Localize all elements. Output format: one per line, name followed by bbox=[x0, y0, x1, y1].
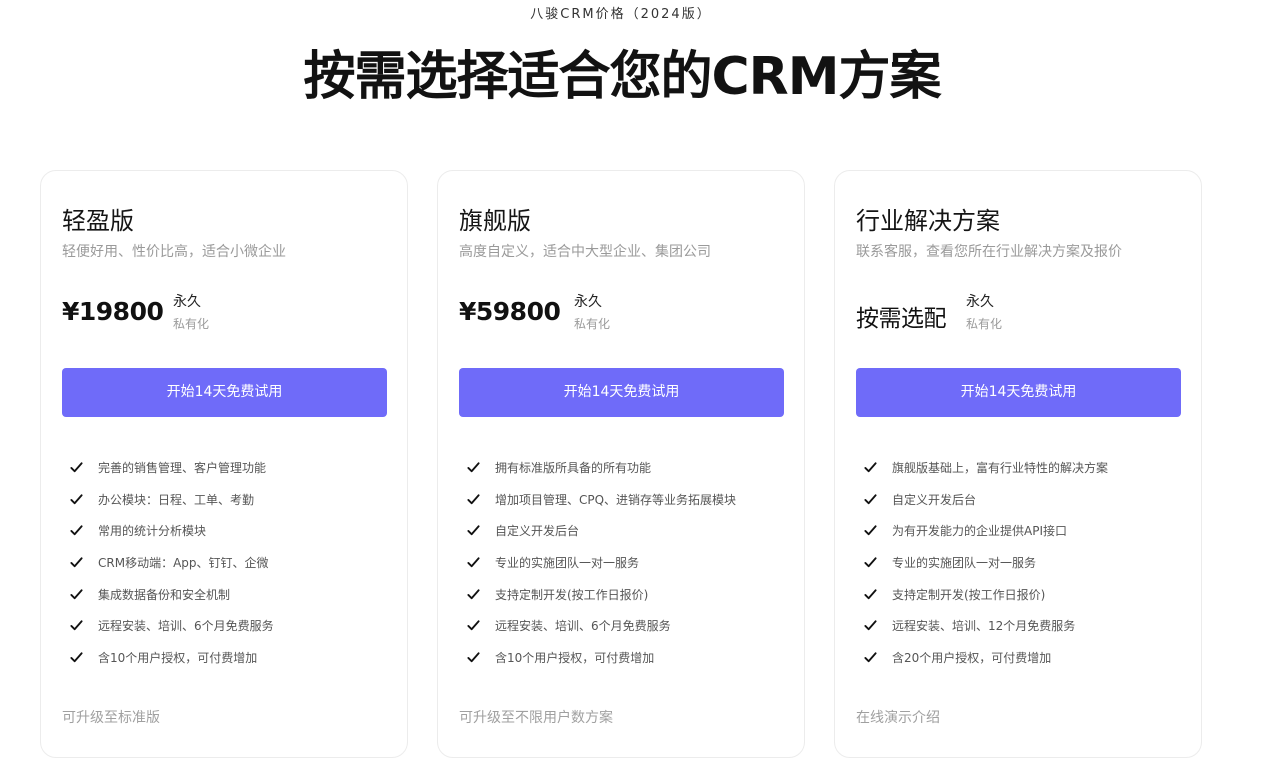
feature-item: 集成数据备份和安全机制 bbox=[69, 586, 274, 618]
feature-item: 含10个用户授权，可付费增加 bbox=[69, 649, 274, 681]
feature-list: 旗舰版基础上，富有行业特性的解决方案 自定义开发后台 为有开发能力的企业提供AP… bbox=[863, 459, 1108, 681]
check-icon bbox=[467, 589, 480, 599]
feature-text: 完善的销售管理、客户管理功能 bbox=[98, 461, 267, 475]
check-icon bbox=[864, 557, 877, 568]
feature-text: 含20个用户授权，可付费增加 bbox=[892, 651, 1052, 666]
page-title: 按需选择适合您的CRM方案 bbox=[303, 47, 942, 107]
pricing-page: 八骏CRM价格（2024版） 按需选择适合您的CRM方案 轻盈版 轻便好用、性价… bbox=[0, 0, 1279, 784]
feature-item: 完善的销售管理、客户管理功能 bbox=[69, 459, 274, 491]
feature-item: 增加项目管理、CPQ、进销存等业务拓展模块 bbox=[466, 491, 736, 523]
plan-card-industry: 行业解决方案 联系客服，查看您所在行业解决方案及报价 按需选配 永久 私有化 开… bbox=[834, 170, 1202, 758]
feature-item: 拥有标准版所具备的所有功能 bbox=[466, 459, 736, 491]
plan-price: ¥59800 bbox=[459, 297, 561, 326]
feature-item: 专业的实施团队一对一服务 bbox=[466, 554, 736, 586]
feature-item: 常用的统计分析模块 bbox=[69, 522, 274, 554]
feature-text: 自定义开发后台 bbox=[892, 492, 977, 507]
feature-item: 远程安装、培训、6个月免费服务 bbox=[466, 617, 736, 649]
feature-text: 支持定制开发(按工作日报价) bbox=[892, 587, 1046, 602]
feature-item: 远程安装、培训、12个月免费服务 bbox=[863, 617, 1108, 649]
feature-item: 自定义开发后台 bbox=[466, 522, 736, 554]
feature-text: 含10个用户授权，可付费增加 bbox=[98, 651, 258, 666]
check-icon bbox=[864, 462, 877, 473]
upgrade-link[interactable]: 可升级至不限用户数方案 bbox=[459, 707, 613, 727]
plan-name: 行业解决方案 bbox=[856, 207, 1000, 235]
check-icon bbox=[467, 462, 480, 473]
feature-text: 远程安装、培训、12个月免费服务 bbox=[892, 619, 1076, 634]
check-icon bbox=[467, 557, 480, 568]
feature-text: 拥有标准版所具备的所有功能 bbox=[495, 461, 652, 475]
feature-text: 远程安装、培训、6个月免费服务 bbox=[495, 619, 671, 634]
plan-card-lite: 轻盈版 轻便好用、性价比高，适合小微企业 ¥19800 永久 私有化 开始14天… bbox=[40, 170, 408, 758]
pricing-eyebrow: 八骏CRM价格（2024版） bbox=[530, 7, 712, 22]
plan-term: 永久 bbox=[574, 294, 602, 310]
check-icon bbox=[70, 589, 83, 599]
plan-name: 旗舰版 bbox=[459, 207, 531, 235]
start-trial-button[interactable]: 开始14天免费试用 bbox=[62, 368, 387, 417]
plan-term-group: 永久 私有化 bbox=[574, 293, 610, 332]
check-icon bbox=[864, 589, 877, 599]
plan-term-group: 永久 私有化 bbox=[966, 293, 1002, 332]
plan-price: ¥19800 bbox=[62, 297, 164, 326]
feature-item: 含20个用户授权，可付费增加 bbox=[863, 649, 1108, 681]
feature-item: 办公模块：日程、工单、考勤 bbox=[69, 491, 274, 523]
feature-text: 专业的实施团队一对一服务 bbox=[892, 556, 1037, 571]
feature-text: 自定义开发后台 bbox=[495, 524, 580, 539]
check-icon bbox=[467, 652, 480, 663]
check-icon bbox=[467, 494, 480, 504]
feature-text: 专业的实施团队一对一服务 bbox=[495, 556, 640, 571]
plan-deployment: 私有化 bbox=[574, 317, 611, 331]
plan-deployment: 私有化 bbox=[966, 317, 1003, 331]
check-icon bbox=[70, 652, 83, 663]
check-icon bbox=[70, 494, 83, 504]
check-icon bbox=[864, 494, 877, 504]
feature-item: CRM移动端：App、钉钉、企微 bbox=[69, 554, 274, 586]
plan-term-group: 永久 私有化 bbox=[173, 293, 209, 332]
check-icon bbox=[467, 620, 480, 631]
plan-price: 按需选配 bbox=[856, 306, 947, 332]
plan-description: 轻便好用、性价比高，适合小微企业 bbox=[62, 244, 286, 260]
plan-term: 永久 bbox=[966, 294, 994, 310]
feature-text: 支持定制开发(按工作日报价) bbox=[495, 587, 649, 602]
feature-item: 专业的实施团队一对一服务 bbox=[863, 554, 1108, 586]
feature-text: 含10个用户授权，可付费增加 bbox=[495, 651, 655, 666]
feature-text: 旗舰版基础上，富有行业特性的解决方案 bbox=[892, 461, 1109, 475]
start-trial-button[interactable]: 开始14天免费试用 bbox=[459, 368, 784, 417]
demo-link[interactable]: 在线演示介绍 bbox=[856, 707, 940, 727]
feature-item: 支持定制开发(按工作日报价) bbox=[863, 586, 1108, 618]
check-icon bbox=[70, 620, 83, 631]
start-trial-button[interactable]: 开始14天免费试用 bbox=[856, 368, 1181, 417]
feature-list: 拥有标准版所具备的所有功能 增加项目管理、CPQ、进销存等业务拓展模块 自定义开… bbox=[466, 459, 736, 681]
feature-text: 远程安装、培训、6个月免费服务 bbox=[98, 619, 274, 634]
plan-description: 联系客服，查看您所在行业解决方案及报价 bbox=[856, 244, 1122, 260]
feature-text: 为有开发能力的企业提供API接口 bbox=[892, 524, 1067, 539]
check-icon bbox=[70, 462, 83, 473]
plan-term: 永久 bbox=[173, 294, 201, 310]
plan-description: 高度自定义，适合中大型企业、集团公司 bbox=[459, 244, 711, 260]
feature-text: 集成数据备份和安全机制 bbox=[98, 587, 231, 602]
plan-card-flagship: 旗舰版 高度自定义，适合中大型企业、集团公司 ¥59800 永久 私有化 开始1… bbox=[437, 170, 805, 758]
feature-item: 远程安装、培训、6个月免费服务 bbox=[69, 617, 274, 649]
upgrade-link[interactable]: 可升级至标准版 bbox=[62, 707, 160, 727]
check-icon bbox=[864, 525, 877, 536]
feature-text: CRM移动端：App、钉钉、企微 bbox=[98, 556, 269, 571]
check-icon bbox=[864, 620, 877, 631]
feature-item: 旗舰版基础上，富有行业特性的解决方案 bbox=[863, 459, 1108, 491]
check-icon bbox=[70, 557, 83, 568]
check-icon bbox=[864, 652, 877, 663]
feature-item: 支持定制开发(按工作日报价) bbox=[466, 586, 736, 618]
check-icon bbox=[467, 525, 480, 536]
feature-text: 增加项目管理、CPQ、进销存等业务拓展模块 bbox=[495, 492, 737, 507]
feature-list: 完善的销售管理、客户管理功能 办公模块：日程、工单、考勤 常用的统计分析模块 C… bbox=[69, 459, 274, 681]
plan-name: 轻盈版 bbox=[62, 207, 134, 235]
plan-deployment: 私有化 bbox=[173, 317, 210, 331]
feature-text: 办公模块：日程、工单、考勤 bbox=[98, 492, 255, 507]
feature-item: 含10个用户授权，可付费增加 bbox=[466, 649, 736, 681]
feature-item: 为有开发能力的企业提供API接口 bbox=[863, 522, 1108, 554]
feature-text: 常用的统计分析模块 bbox=[98, 524, 207, 539]
feature-item: 自定义开发后台 bbox=[863, 491, 1108, 523]
check-icon bbox=[70, 525, 83, 536]
